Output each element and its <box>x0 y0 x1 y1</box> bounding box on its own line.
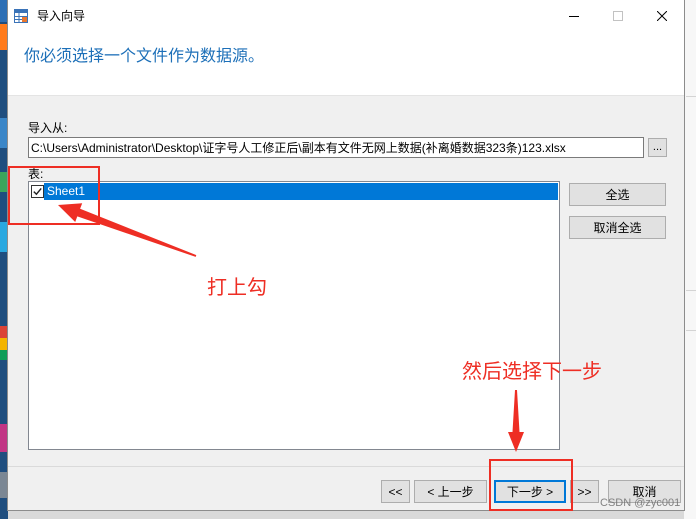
source-path-input[interactable] <box>28 137 644 158</box>
annotation-rect-checkbox <box>8 166 100 225</box>
close-button[interactable] <box>640 0 684 32</box>
table-row[interactable]: Sheet1 <box>29 183 559 200</box>
background-window-line <box>686 96 696 97</box>
source-label: 导入从: <box>28 121 68 135</box>
minimize-icon <box>569 16 579 17</box>
browse-button[interactable]: ... <box>648 138 667 157</box>
window-title: 导入向导 <box>37 9 86 23</box>
desktop-icon-fragment <box>0 222 8 252</box>
close-icon <box>657 11 667 21</box>
minimize-button[interactable] <box>552 0 596 32</box>
desktop-icon-fragment <box>0 472 8 498</box>
back-button[interactable]: < 上一步 <box>414 480 487 503</box>
maximize-button <box>596 0 640 32</box>
watermark: CSDN @zyc001 <box>600 497 681 509</box>
desktop-icon-fragment <box>0 338 8 350</box>
maximize-icon <box>613 11 623 21</box>
table-grid-icon <box>14 9 28 23</box>
background-below-dialog <box>8 510 684 519</box>
background-window-line <box>686 290 696 291</box>
desktop-icon-fragment <box>0 326 8 338</box>
last-step-button[interactable]: >> <box>570 480 599 503</box>
desktop-icon-fragment <box>0 350 8 360</box>
annotation-rect-next <box>489 459 573 511</box>
annotation-text-next: 然后选择下一步 <box>462 361 602 383</box>
page-title: 你必须选择一个文件作为数据源。 <box>24 48 265 65</box>
select-all-button[interactable]: 全选 <box>569 183 666 206</box>
desktop-background <box>0 0 8 519</box>
footer-divider <box>8 466 684 467</box>
desktop-icon-fragment <box>0 424 8 452</box>
first-step-button[interactable]: << <box>381 480 410 503</box>
import-wizard-dialog: 导入向导 你必须选择一个文件作为数据源。 导入从: ... 表: Sheet1 <box>7 0 685 511</box>
title-bar[interactable]: 导入向导 <box>8 0 684 32</box>
table-row-highlight[interactable]: Sheet1 <box>44 183 558 200</box>
desktop-icon-fragment <box>0 118 8 148</box>
background-window-line <box>686 330 696 331</box>
annotation-text-check: 打上勾 <box>207 277 267 299</box>
desktop-icon-fragment <box>0 24 8 50</box>
desktop-icon-fragment <box>0 172 8 192</box>
background-window <box>684 0 696 519</box>
desktop-icon-fragment <box>0 0 8 22</box>
deselect-all-button[interactable]: 取消全选 <box>569 216 666 239</box>
tables-list[interactable]: Sheet1 <box>28 181 560 450</box>
wizard-header: 你必须选择一个文件作为数据源。 <box>8 32 684 96</box>
